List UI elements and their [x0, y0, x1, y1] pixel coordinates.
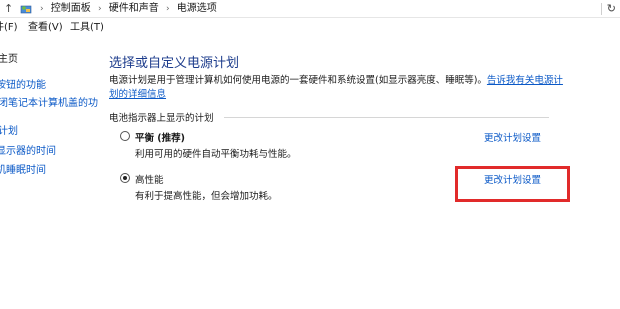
nav-create-plan[interactable]: 计划: [0, 122, 18, 137]
menu-tools[interactable]: 工具(T): [70, 19, 104, 37]
breadcrumb: › 控制面板 › 硬件和声音 › 电源选项: [36, 0, 217, 18]
breadcrumb-hardware-sound[interactable]: 硬件和声音: [109, 3, 159, 14]
nav-home[interactable]: 主页: [0, 50, 18, 65]
nav-button-function[interactable]: 按钮的功能: [0, 76, 46, 91]
divider: [601, 3, 602, 15]
address-bar: ↑ › 控制面板 › 硬件和声音 › 电源选项 ↻: [0, 0, 620, 18]
section-label: 电池指示器上显示的计划: [109, 113, 214, 124]
plan-description: 利用可用的硬件自动平衡功耗与性能。: [135, 149, 297, 160]
chevron-right-icon[interactable]: ›: [98, 4, 102, 14]
up-arrow-icon[interactable]: ↑: [4, 0, 13, 17]
nav-sleep-time[interactable]: 机睡眠时间: [0, 161, 46, 176]
menu-view[interactable]: 查看(V): [28, 19, 63, 37]
radio-high-performance[interactable]: [120, 173, 130, 183]
plan-name[interactable]: 平衡 (推荐): [135, 130, 185, 144]
menu-file[interactable]: 件(F): [0, 19, 18, 37]
chevron-right-icon[interactable]: ›: [40, 4, 44, 14]
section-divider: [224, 117, 549, 118]
chevron-right-icon[interactable]: ›: [166, 4, 170, 14]
refresh-icon[interactable]: ↻: [607, 0, 616, 17]
description-text: 电源计划是用于管理计算机如何使用电源的一套硬件和系统设置(如显示器亮度、睡眠等)…: [109, 75, 487, 86]
control-panel-icon: [20, 5, 32, 14]
page-title: 选择或自定义电源计划: [109, 56, 240, 71]
nav-lid-close[interactable]: 择关闭笔记本计算机盖的功: [0, 94, 98, 109]
breadcrumb-power-options[interactable]: 电源选项: [177, 3, 217, 14]
change-plan-settings-link[interactable]: 更改计划设置: [484, 130, 541, 144]
plan-description: 有利于提高性能，但会增加功耗。: [135, 191, 278, 202]
plan-name[interactable]: 高性能: [135, 172, 164, 186]
nav-display-off-time[interactable]: 显示器的时间: [0, 142, 56, 157]
page-description: 电源计划是用于管理计算机如何使用电源的一套硬件和系统设置(如显示器亮度、睡眠等)…: [109, 74, 564, 102]
highlight-box: [455, 166, 570, 202]
breadcrumb-control-panel[interactable]: 控制面板: [51, 3, 91, 14]
radio-balanced[interactable]: [120, 131, 130, 141]
